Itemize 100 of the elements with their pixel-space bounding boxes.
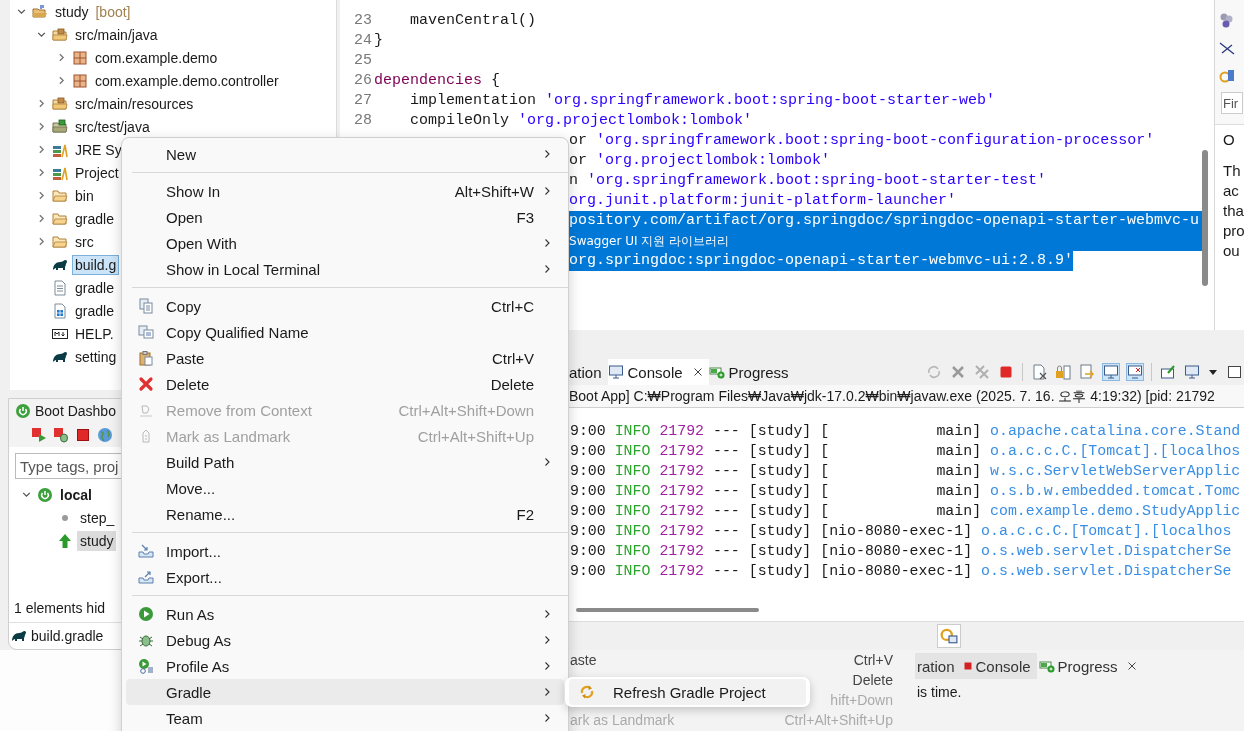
window-icon[interactable] bbox=[1226, 364, 1242, 381]
folder-icon bbox=[52, 187, 68, 204]
menu-item[interactable]: Import... bbox=[126, 538, 564, 564]
menu-item[interactable]: Show In Alt+Shift+W bbox=[126, 178, 564, 204]
chevron-right-icon bbox=[542, 635, 552, 645]
menu-item[interactable]: Run As bbox=[126, 601, 564, 627]
menu-item[interactable]: Show in Local Terminal bbox=[126, 256, 564, 282]
tree-item[interactable]: com.example.demo bbox=[92, 47, 221, 68]
tree-item[interactable]: build.g bbox=[72, 254, 120, 275]
sync-icon[interactable] bbox=[1219, 68, 1235, 84]
search-field[interactable]: Fir bbox=[1221, 92, 1243, 114]
tree-item[interactable]: src bbox=[72, 231, 97, 252]
menu-item[interactable]: Delete Delete bbox=[126, 371, 564, 397]
source-folder-icon bbox=[52, 26, 68, 43]
log-line: 9:00 INFO 21792 --- [study] [ main] o.s.b.w.embedded.tomcat.Tomc bbox=[570, 482, 1242, 502]
menu-item[interactable]: Copy Ctrl+C bbox=[126, 293, 564, 319]
tree-item[interactable]: bin bbox=[72, 185, 97, 206]
monitor-icon[interactable] bbox=[1184, 364, 1200, 381]
tree-item[interactable]: study bbox=[77, 530, 117, 551]
menu-item[interactable]: Copy Qualified Name bbox=[126, 319, 564, 345]
globe-icon[interactable] bbox=[97, 427, 113, 443]
menu-item[interactable]: Build Path bbox=[126, 449, 564, 475]
log-line: 9:00 INFO 21792 --- [study] [nio-8080-exec-1] o.s.web.servlet.DispatcherSe bbox=[570, 542, 1233, 562]
log-line: 9:00 INFO 21792 --- [study] [ main] o.apache.catalina.core.Stand bbox=[570, 422, 1242, 442]
tree-item[interactable]: gradle bbox=[72, 208, 117, 229]
line-number: 25 bbox=[353, 51, 372, 71]
bug-icon bbox=[138, 632, 154, 648]
windows-file-icon bbox=[52, 302, 68, 319]
menu-item[interactable]: Debug As bbox=[126, 627, 564, 653]
pin-icon[interactable] bbox=[1160, 364, 1176, 381]
tree-item[interactable]: step_ bbox=[77, 507, 118, 528]
menu-item-label: aste bbox=[570, 651, 597, 670]
shortcut-label: Ctrl+V bbox=[853, 651, 893, 670]
code-line: n 'org.springframework.boot:spring-boot-starter-test' bbox=[569, 171, 1047, 191]
view-tab[interactable]: Progress bbox=[708, 359, 795, 386]
monitor-icon bbox=[607, 364, 624, 381]
log-line: 9:00 INFO 21792 --- [study] [ main] o.a.c.c.C.[Tomcat].[localhos bbox=[570, 442, 1242, 462]
menu-item[interactable]: Profile As bbox=[126, 653, 564, 679]
menu-item[interactable]: Open F3 bbox=[126, 204, 564, 230]
tree-item[interactable]: gradle bbox=[72, 277, 117, 298]
selected-file-label: build.gradle bbox=[31, 628, 104, 644]
menu-item[interactable]: Gradle bbox=[126, 679, 564, 705]
debug-icon[interactable] bbox=[53, 427, 69, 443]
chevron-right-icon bbox=[542, 186, 552, 196]
log-line: 9:00 INFO 21792 --- [study] [ main] com.example.demo.StudyApplic bbox=[570, 502, 1242, 522]
code-line: or 'org.projectlombok:lombok' bbox=[569, 151, 831, 171]
close-icon[interactable] bbox=[1126, 661, 1137, 671]
copy-icon bbox=[138, 324, 154, 340]
tree-item[interactable]: src/test/java bbox=[72, 116, 153, 137]
tree-item[interactable]: Project bbox=[72, 162, 122, 183]
source-folder-icon bbox=[52, 118, 68, 135]
stop-icon bbox=[962, 661, 973, 671]
stop-icon[interactable] bbox=[998, 364, 1014, 381]
view-tab[interactable]: ration bbox=[915, 653, 961, 679]
profile-icon bbox=[138, 658, 154, 674]
log-line: 9:00 INFO 21792 --- [study] [nio-8080-exec-1] o.s.web.servlet.DispatcherSe bbox=[570, 562, 1233, 582]
tree-item[interactable]: JRE Sy bbox=[72, 139, 125, 160]
circles-icon[interactable] bbox=[1219, 12, 1235, 28]
sync-icon[interactable] bbox=[937, 624, 961, 648]
code-line: compileOnly 'org.projectlombok:lombok' bbox=[409, 111, 753, 131]
tree-item[interactable]: study bbox=[52, 1, 92, 22]
monitor-icon[interactable] bbox=[1127, 364, 1143, 381]
chevron-right-icon bbox=[542, 149, 552, 159]
document-icon[interactable] bbox=[1031, 364, 1047, 381]
run-icon[interactable] bbox=[31, 427, 47, 443]
menu-item[interactable]: Rename... F2 bbox=[126, 501, 564, 527]
menu-item[interactable]: New bbox=[126, 141, 564, 167]
stop-icon[interactable] bbox=[75, 427, 91, 443]
tree-item[interactable]: src/main/java bbox=[72, 24, 161, 45]
view-tab[interactable]: Console bbox=[960, 653, 1037, 679]
copy-icon bbox=[138, 298, 154, 314]
tree-item[interactable]: HELP. bbox=[72, 323, 117, 344]
shortcut-label: hift+Down bbox=[830, 691, 893, 710]
menu-item[interactable]: Move... bbox=[126, 475, 564, 501]
console-header: Boot App] C:₩Program Files₩Java₩jdk-17.0.2₩bin₩javaw.exe (2025. 7. 16. 오후 4:19:32) [pid: 21792 bbox=[569, 385, 1244, 409]
scrollbar-thumb[interactable] bbox=[1202, 150, 1208, 286]
power-icon bbox=[37, 486, 53, 503]
tree-item[interactable]: src/main/resources bbox=[72, 93, 197, 114]
delete-icon bbox=[138, 376, 154, 392]
tree-item[interactable]: setting bbox=[72, 346, 120, 367]
line-number: 27 bbox=[353, 91, 372, 111]
import-icon bbox=[138, 543, 154, 559]
view-tab[interactable]: ation bbox=[569, 359, 608, 386]
lock-icon[interactable] bbox=[1055, 364, 1071, 381]
menu-item[interactable]: Team bbox=[126, 705, 564, 731]
menu-item[interactable]: Export... bbox=[126, 564, 564, 590]
status-text: 1 elements hid bbox=[14, 600, 106, 616]
monitor-icon[interactable] bbox=[1103, 364, 1119, 381]
crossed-line-icon[interactable] bbox=[1219, 40, 1235, 56]
scrollbar-thumb[interactable] bbox=[576, 608, 759, 613]
menu-item[interactable]: Refresh Gradle Project bbox=[569, 679, 806, 705]
menu-item[interactable]: Paste Ctrl+V bbox=[126, 345, 564, 371]
description-text: ac bbox=[1223, 181, 1240, 201]
up-arrow-icon bbox=[57, 532, 73, 549]
tree-item[interactable]: local bbox=[57, 484, 95, 505]
close-icon[interactable] bbox=[692, 367, 703, 378]
view-tab[interactable]: Console bbox=[607, 359, 709, 386]
tree-item[interactable]: com.example.demo.controller bbox=[92, 70, 282, 91]
menu-item[interactable]: Open With bbox=[126, 230, 564, 256]
tree-item[interactable]: gradle bbox=[72, 300, 117, 321]
